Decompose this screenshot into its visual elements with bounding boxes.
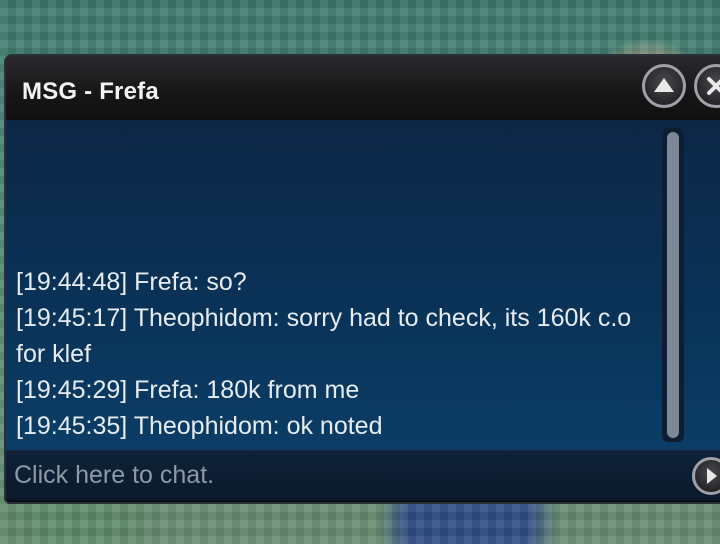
window-title: MSG - Frefa (22, 78, 159, 105)
scrollbar-thumb[interactable] (667, 132, 679, 438)
chat-message: [19:45:29] Frefa: 180k from me (16, 376, 360, 404)
close-button[interactable] (694, 64, 720, 108)
private-message-window: MSG - Frefa [19:44:48] Frefa: so? [19:45… (4, 54, 720, 504)
chat-message: [19:45:17] Theophidom: sorry had to chec… (16, 304, 632, 368)
chat-input[interactable] (12, 457, 676, 493)
chevron-up-icon (654, 78, 674, 92)
chat-scrollbar[interactable] (662, 128, 684, 442)
chat-log[interactable]: [19:44:48] Frefa: so? [19:45:17] Theophi… (6, 120, 720, 450)
chat-input-bar (6, 450, 720, 499)
send-button[interactable] (692, 457, 720, 495)
message-list: [19:44:48] Frefa: so? [19:45:17] Theophi… (16, 264, 656, 444)
chat-message: [19:44:48] Frefa: so? (16, 268, 247, 296)
minimize-button[interactable] (642, 64, 686, 108)
chevron-right-icon (707, 468, 717, 484)
title-bar[interactable]: MSG - Frefa (6, 56, 720, 121)
chat-message: [19:45:35] Theophidom: ok noted (16, 412, 383, 440)
close-icon (707, 77, 720, 95)
